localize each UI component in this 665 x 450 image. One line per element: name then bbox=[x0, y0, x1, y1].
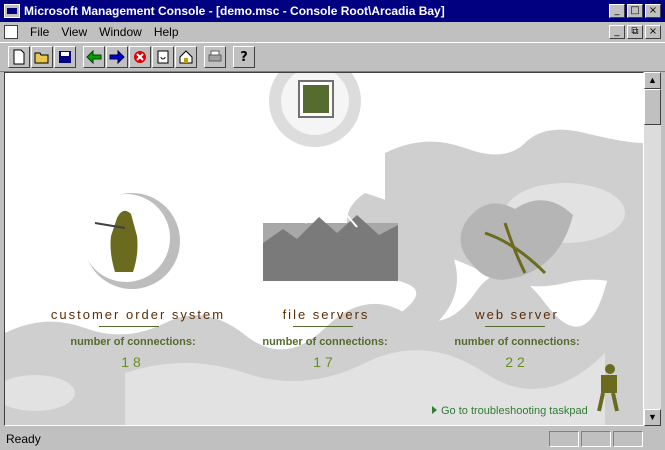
connections-label: number of connections: bbox=[262, 336, 388, 348]
window-controls: _ □ × bbox=[609, 4, 661, 18]
menu-window[interactable]: Window bbox=[93, 25, 148, 39]
refresh-icon[interactable] bbox=[152, 46, 174, 68]
new-icon[interactable] bbox=[8, 46, 30, 68]
toolbar: ? bbox=[0, 42, 665, 72]
forward-icon[interactable] bbox=[106, 46, 128, 68]
save-icon[interactable] bbox=[54, 46, 76, 68]
home-icon[interactable] bbox=[175, 46, 197, 68]
status-pane bbox=[613, 431, 643, 447]
title-bar: Microsoft Management Console - [demo.msc… bbox=[0, 0, 665, 22]
print-icon[interactable] bbox=[204, 46, 226, 68]
app-icon[interactable] bbox=[4, 4, 20, 18]
panel-title-file-servers[interactable]: file servers bbox=[241, 307, 411, 322]
triangle-right-icon bbox=[432, 406, 437, 414]
taskpad-content: customer order system number of connecti… bbox=[4, 72, 644, 426]
connections-count: 22 bbox=[505, 354, 529, 370]
scroll-thumb[interactable] bbox=[644, 89, 661, 125]
menu-view[interactable]: View bbox=[55, 25, 93, 39]
child-window-controls: _ ⧉ × bbox=[609, 25, 661, 39]
stop-icon[interactable] bbox=[129, 46, 151, 68]
status-text: Ready bbox=[6, 432, 41, 446]
panel-underline bbox=[99, 326, 159, 327]
troubleshooting-link-label: Go to troubleshooting taskpad bbox=[441, 405, 588, 417]
connections-label: number of connections: bbox=[454, 336, 580, 348]
mountains-image bbox=[263, 211, 398, 281]
window-title: Microsoft Management Console - [demo.msc… bbox=[24, 4, 445, 18]
panel-title-web-server[interactable]: web server bbox=[437, 307, 597, 322]
status-bar: Ready bbox=[0, 428, 665, 450]
panel-title-customer-order-system[interactable]: customer order system bbox=[33, 307, 243, 322]
scroll-down-icon[interactable]: ▼ bbox=[644, 409, 661, 426]
sun-logo bbox=[269, 73, 361, 147]
troubleshooting-link[interactable]: Go to troubleshooting taskpad bbox=[432, 405, 588, 417]
vertical-scrollbar[interactable]: ▲ ▼ bbox=[644, 72, 661, 426]
status-pane bbox=[549, 431, 579, 447]
document-icon[interactable] bbox=[4, 25, 18, 39]
child-close-button[interactable]: × bbox=[645, 25, 661, 39]
panel-underline bbox=[485, 326, 545, 327]
help-icon[interactable]: ? bbox=[233, 46, 255, 68]
status-pane bbox=[581, 431, 611, 447]
close-button[interactable]: × bbox=[645, 4, 661, 18]
scroll-up-icon[interactable]: ▲ bbox=[644, 72, 661, 89]
menu-help[interactable]: Help bbox=[148, 25, 185, 39]
minimize-button[interactable]: _ bbox=[609, 4, 625, 18]
menu-bar: File View Window Help _ ⧉ × bbox=[0, 22, 665, 42]
background-terrain bbox=[5, 73, 643, 425]
connections-count: 17 bbox=[313, 354, 337, 370]
open-icon[interactable] bbox=[31, 46, 53, 68]
fisherman-image bbox=[82, 193, 180, 289]
connections-label: number of connections: bbox=[70, 336, 196, 348]
child-restore-button[interactable]: ⧉ bbox=[627, 25, 643, 39]
panel-underline bbox=[293, 326, 353, 327]
menu-file[interactable]: File bbox=[24, 25, 55, 39]
maximize-button[interactable]: □ bbox=[627, 4, 643, 18]
connections-count: 18 bbox=[121, 354, 145, 370]
child-minimize-button[interactable]: _ bbox=[609, 25, 625, 39]
back-icon[interactable] bbox=[83, 46, 105, 68]
